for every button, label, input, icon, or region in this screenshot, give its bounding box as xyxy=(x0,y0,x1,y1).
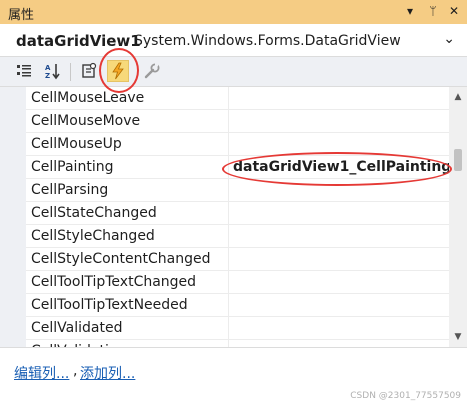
watermark: CSDN @2301_77557509 xyxy=(350,391,461,401)
event-name: CellStyleContentChanged xyxy=(31,251,211,267)
scroll-up-icon[interactable]: ▲ xyxy=(449,89,467,105)
categorized-button[interactable] xyxy=(13,60,35,82)
alphabetical-sort-icon: A Z xyxy=(45,64,60,80)
vertical-scrollbar[interactable]: ▲ ▼ xyxy=(449,87,467,347)
properties-button[interactable] xyxy=(78,60,100,82)
properties-toolbar: A Z xyxy=(0,57,467,87)
column-divider xyxy=(228,271,229,294)
window-dropdown-icon[interactable]: ▾ xyxy=(402,3,418,19)
event-name: CellToolTipTextChanged xyxy=(31,274,197,290)
column-divider xyxy=(228,294,229,317)
events-grid: CellMouseLeave CellMouseMove CellMouseUp Ce… xyxy=(0,87,449,347)
event-row[interactable]: CellToolTipTextNeeded xyxy=(26,294,449,317)
svg-text:A: A xyxy=(45,64,51,72)
event-row[interactable]: CellMouseUp xyxy=(26,133,449,156)
scrollbar-thumb[interactable] xyxy=(454,149,462,171)
event-row[interactable]: CellMouseLeave xyxy=(26,87,449,110)
link-separator: , xyxy=(73,363,78,379)
object-type: System.Windows.Forms.DataGridView xyxy=(134,33,401,49)
svg-text:Z: Z xyxy=(45,72,50,80)
column-divider xyxy=(228,133,229,156)
property-pages-button[interactable] xyxy=(141,60,163,82)
column-divider xyxy=(228,317,229,340)
column-divider xyxy=(228,248,229,271)
event-row[interactable]: CellStyleContentChanged xyxy=(26,248,449,271)
event-name: CellStyleChanged xyxy=(31,228,155,244)
alphabetical-button[interactable]: A Z xyxy=(42,60,64,82)
edit-columns-link[interactable]: 编辑列... xyxy=(14,363,69,383)
event-name: CellMouseLeave xyxy=(31,90,145,106)
event-handler-value[interactable]: dataGridView1_CellPainting xyxy=(233,159,449,175)
event-row[interactable]: CellStyleChanged xyxy=(26,225,449,248)
properties-window-titlebar: 属性 ▾ ᛘ ✕ xyxy=(0,0,467,24)
column-divider xyxy=(228,202,229,225)
event-name: CellParsing xyxy=(31,182,109,198)
categorized-icon xyxy=(17,65,31,77)
events-button[interactable] xyxy=(107,60,129,82)
object-selector[interactable]: dataGridView1 System.Windows.Forms.DataG… xyxy=(0,25,467,57)
close-icon[interactable]: ✕ xyxy=(446,3,462,19)
column-divider xyxy=(228,110,229,133)
column-divider xyxy=(228,340,229,347)
toolbar-separator xyxy=(70,63,71,81)
event-row[interactable]: CellStateChanged xyxy=(26,202,449,225)
object-name: dataGridView1 xyxy=(16,32,141,50)
add-column-link[interactable]: 添加列... xyxy=(80,363,135,383)
properties-icon xyxy=(82,62,97,78)
window-title: 属性 xyxy=(8,8,35,23)
event-name: CellStateChanged xyxy=(31,205,157,221)
event-name: CellPainting xyxy=(31,159,114,175)
event-name: CellValidated xyxy=(31,320,123,336)
event-row[interactable]: CellMouseMove xyxy=(26,110,449,133)
event-row[interactable]: CellParsing xyxy=(26,179,449,202)
event-row[interactable]: CellValidating xyxy=(26,340,449,347)
column-divider xyxy=(228,87,229,110)
event-row[interactable]: CellToolTipTextChanged xyxy=(26,271,449,294)
grid-gutter xyxy=(0,87,26,347)
scroll-down-icon[interactable]: ▼ xyxy=(449,329,467,345)
event-name: CellMouseUp xyxy=(31,136,122,152)
column-divider xyxy=(228,179,229,202)
event-name: CellMouseMove xyxy=(31,113,141,129)
event-name: CellToolTipTextNeeded xyxy=(31,297,188,313)
column-divider xyxy=(228,156,229,179)
event-row[interactable]: CellPainting dataGridView1_CellPainting xyxy=(26,156,449,179)
event-row[interactable]: CellValidated xyxy=(26,317,449,340)
commands-panel: 编辑列... , 添加列... CSDN @2301_77557509 xyxy=(0,347,467,407)
events-lightning-icon xyxy=(112,62,124,80)
pin-icon[interactable]: ᛘ xyxy=(425,3,441,19)
column-divider xyxy=(228,225,229,248)
chevron-down-icon[interactable]: ⌄ xyxy=(443,31,455,47)
property-pages-wrench-icon xyxy=(144,63,160,79)
